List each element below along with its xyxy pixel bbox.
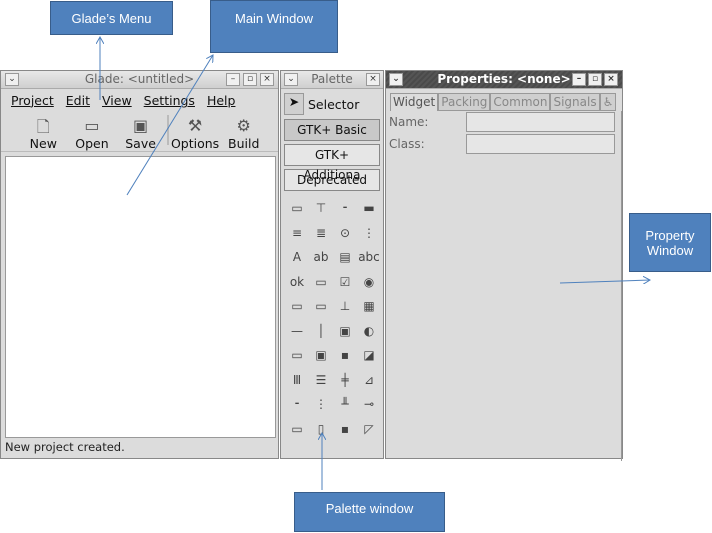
arrow-main	[126, 55, 213, 196]
callout-arrows	[0, 0, 712, 490]
callout-glade-menu: Glade’s Menu	[50, 1, 173, 35]
callout-property-window: Property Window	[629, 213, 711, 272]
arrow-property	[559, 280, 650, 283]
callout-palette-window: Palette window	[294, 492, 445, 532]
callout-main-window: Main Window	[210, 0, 338, 53]
